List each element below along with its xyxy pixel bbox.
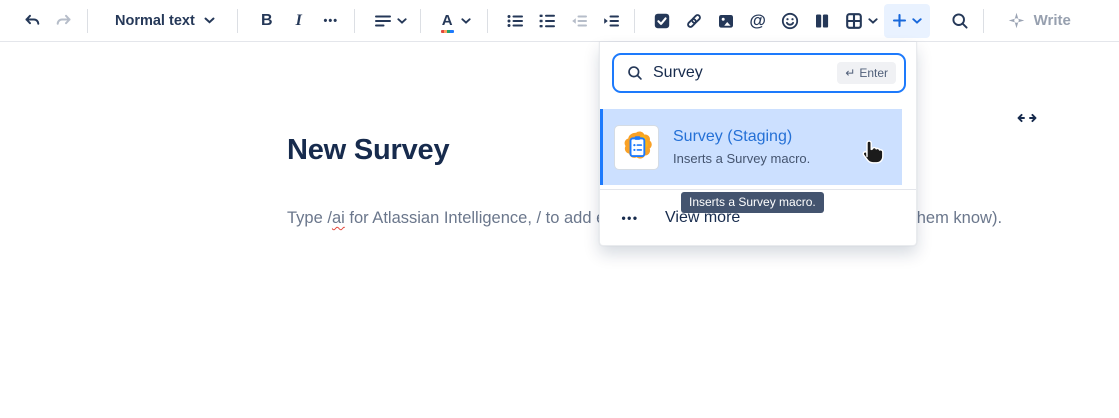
image-button[interactable] xyxy=(710,5,742,37)
write-label: Write xyxy=(1034,12,1071,29)
layouts-button[interactable] xyxy=(806,5,838,37)
text-style-dropdown[interactable]: Normal text xyxy=(105,5,225,37)
toolbar-divider xyxy=(487,9,488,33)
undo-button[interactable] xyxy=(16,5,48,37)
find-button[interactable] xyxy=(944,5,976,37)
table-dropdown[interactable] xyxy=(838,5,884,37)
write-ai-button[interactable]: Write xyxy=(1007,11,1071,30)
undo-icon xyxy=(22,11,42,31)
chevron-down-icon xyxy=(397,18,407,24)
mouse-cursor-icon xyxy=(858,135,885,165)
outdent-button[interactable] xyxy=(563,5,595,37)
outdent-icon xyxy=(569,11,589,31)
editor-placeholder-left[interactable]: Type /ai for Atlassian Intelligence, / t… xyxy=(287,209,605,228)
chevron-down-icon xyxy=(461,18,471,24)
editor-placeholder-right[interactable]: t them know). xyxy=(903,209,1002,228)
bullet-list-icon xyxy=(505,11,525,31)
placeholder-ai-misspelled: ai xyxy=(332,209,345,227)
enter-key-hint: ↵ Enter xyxy=(837,62,896,84)
redo-icon xyxy=(54,11,74,31)
macro-search-input[interactable] xyxy=(653,64,828,82)
toolbar-divider xyxy=(983,9,984,33)
align-left-icon xyxy=(373,11,393,31)
macro-result-item-survey-staging[interactable]: Survey (Staging) Inserts a Survey macro. xyxy=(600,109,902,185)
plus-icon xyxy=(891,12,908,29)
indent-icon xyxy=(601,11,621,31)
tooltip: Inserts a Survey macro. xyxy=(681,192,824,213)
width-toggle-button[interactable] xyxy=(1013,106,1041,130)
italic-button[interactable]: I xyxy=(283,5,315,37)
mention-button[interactable]: @ xyxy=(742,5,774,37)
image-icon xyxy=(716,11,736,31)
search-icon xyxy=(950,11,970,31)
toolbar-divider xyxy=(420,9,421,33)
link-icon xyxy=(684,11,704,31)
toolbar-divider xyxy=(634,9,635,33)
table-icon xyxy=(844,11,864,31)
ellipsis-icon: ••• xyxy=(324,15,339,27)
task-list-button[interactable] xyxy=(646,5,678,37)
bullet-list-button[interactable] xyxy=(499,5,531,37)
mention-icon: @ xyxy=(749,11,766,31)
insert-dropdown[interactable] xyxy=(884,4,930,38)
emoji-icon xyxy=(780,11,800,31)
search-icon xyxy=(626,64,644,82)
editor-toolbar: Normal text B I ••• A xyxy=(0,0,1119,42)
result-title: Survey (Staging) xyxy=(673,128,810,146)
chevron-down-icon xyxy=(204,17,215,24)
toolbar-divider xyxy=(237,9,238,33)
placeholder-text: t them know). xyxy=(903,209,1002,227)
more-formatting-button[interactable]: ••• xyxy=(315,5,347,37)
redo-button[interactable] xyxy=(48,5,80,37)
align-dropdown[interactable] xyxy=(367,5,413,37)
toolbar-divider xyxy=(354,9,355,33)
enter-symbol-icon: ↵ xyxy=(845,66,855,80)
emoji-button[interactable] xyxy=(774,5,806,37)
numbered-list-button[interactable] xyxy=(531,5,563,37)
chevron-down-icon xyxy=(868,18,878,24)
text-style-label: Normal text xyxy=(115,13,195,29)
text-color-dropdown[interactable]: A xyxy=(436,5,477,37)
numbered-list-icon xyxy=(537,11,557,31)
placeholder-text: for Atlassian Intelligence, / to add e xyxy=(345,209,606,227)
link-button[interactable] xyxy=(678,5,710,37)
task-checkbox-icon xyxy=(652,11,672,31)
text-color-icon: A xyxy=(442,13,453,28)
layouts-icon xyxy=(812,11,832,31)
italic-icon: I xyxy=(296,12,302,30)
macro-search-box[interactable]: ↵ Enter xyxy=(612,53,906,93)
page-title[interactable]: New Survey xyxy=(287,134,449,167)
result-description: Inserts a Survey macro. xyxy=(673,151,810,166)
ai-sparkle-icon xyxy=(1007,11,1026,30)
placeholder-text: Type / xyxy=(287,209,332,227)
survey-macro-icon xyxy=(614,125,659,170)
expand-width-icon xyxy=(1016,112,1038,124)
indent-button[interactable] xyxy=(595,5,627,37)
enter-label: Enter xyxy=(859,66,888,80)
ellipsis-icon: ••• xyxy=(600,211,660,225)
toolbar-divider xyxy=(87,9,88,33)
bold-icon: B xyxy=(261,12,273,30)
bold-button[interactable]: B xyxy=(251,5,283,37)
chevron-down-icon xyxy=(912,18,922,24)
